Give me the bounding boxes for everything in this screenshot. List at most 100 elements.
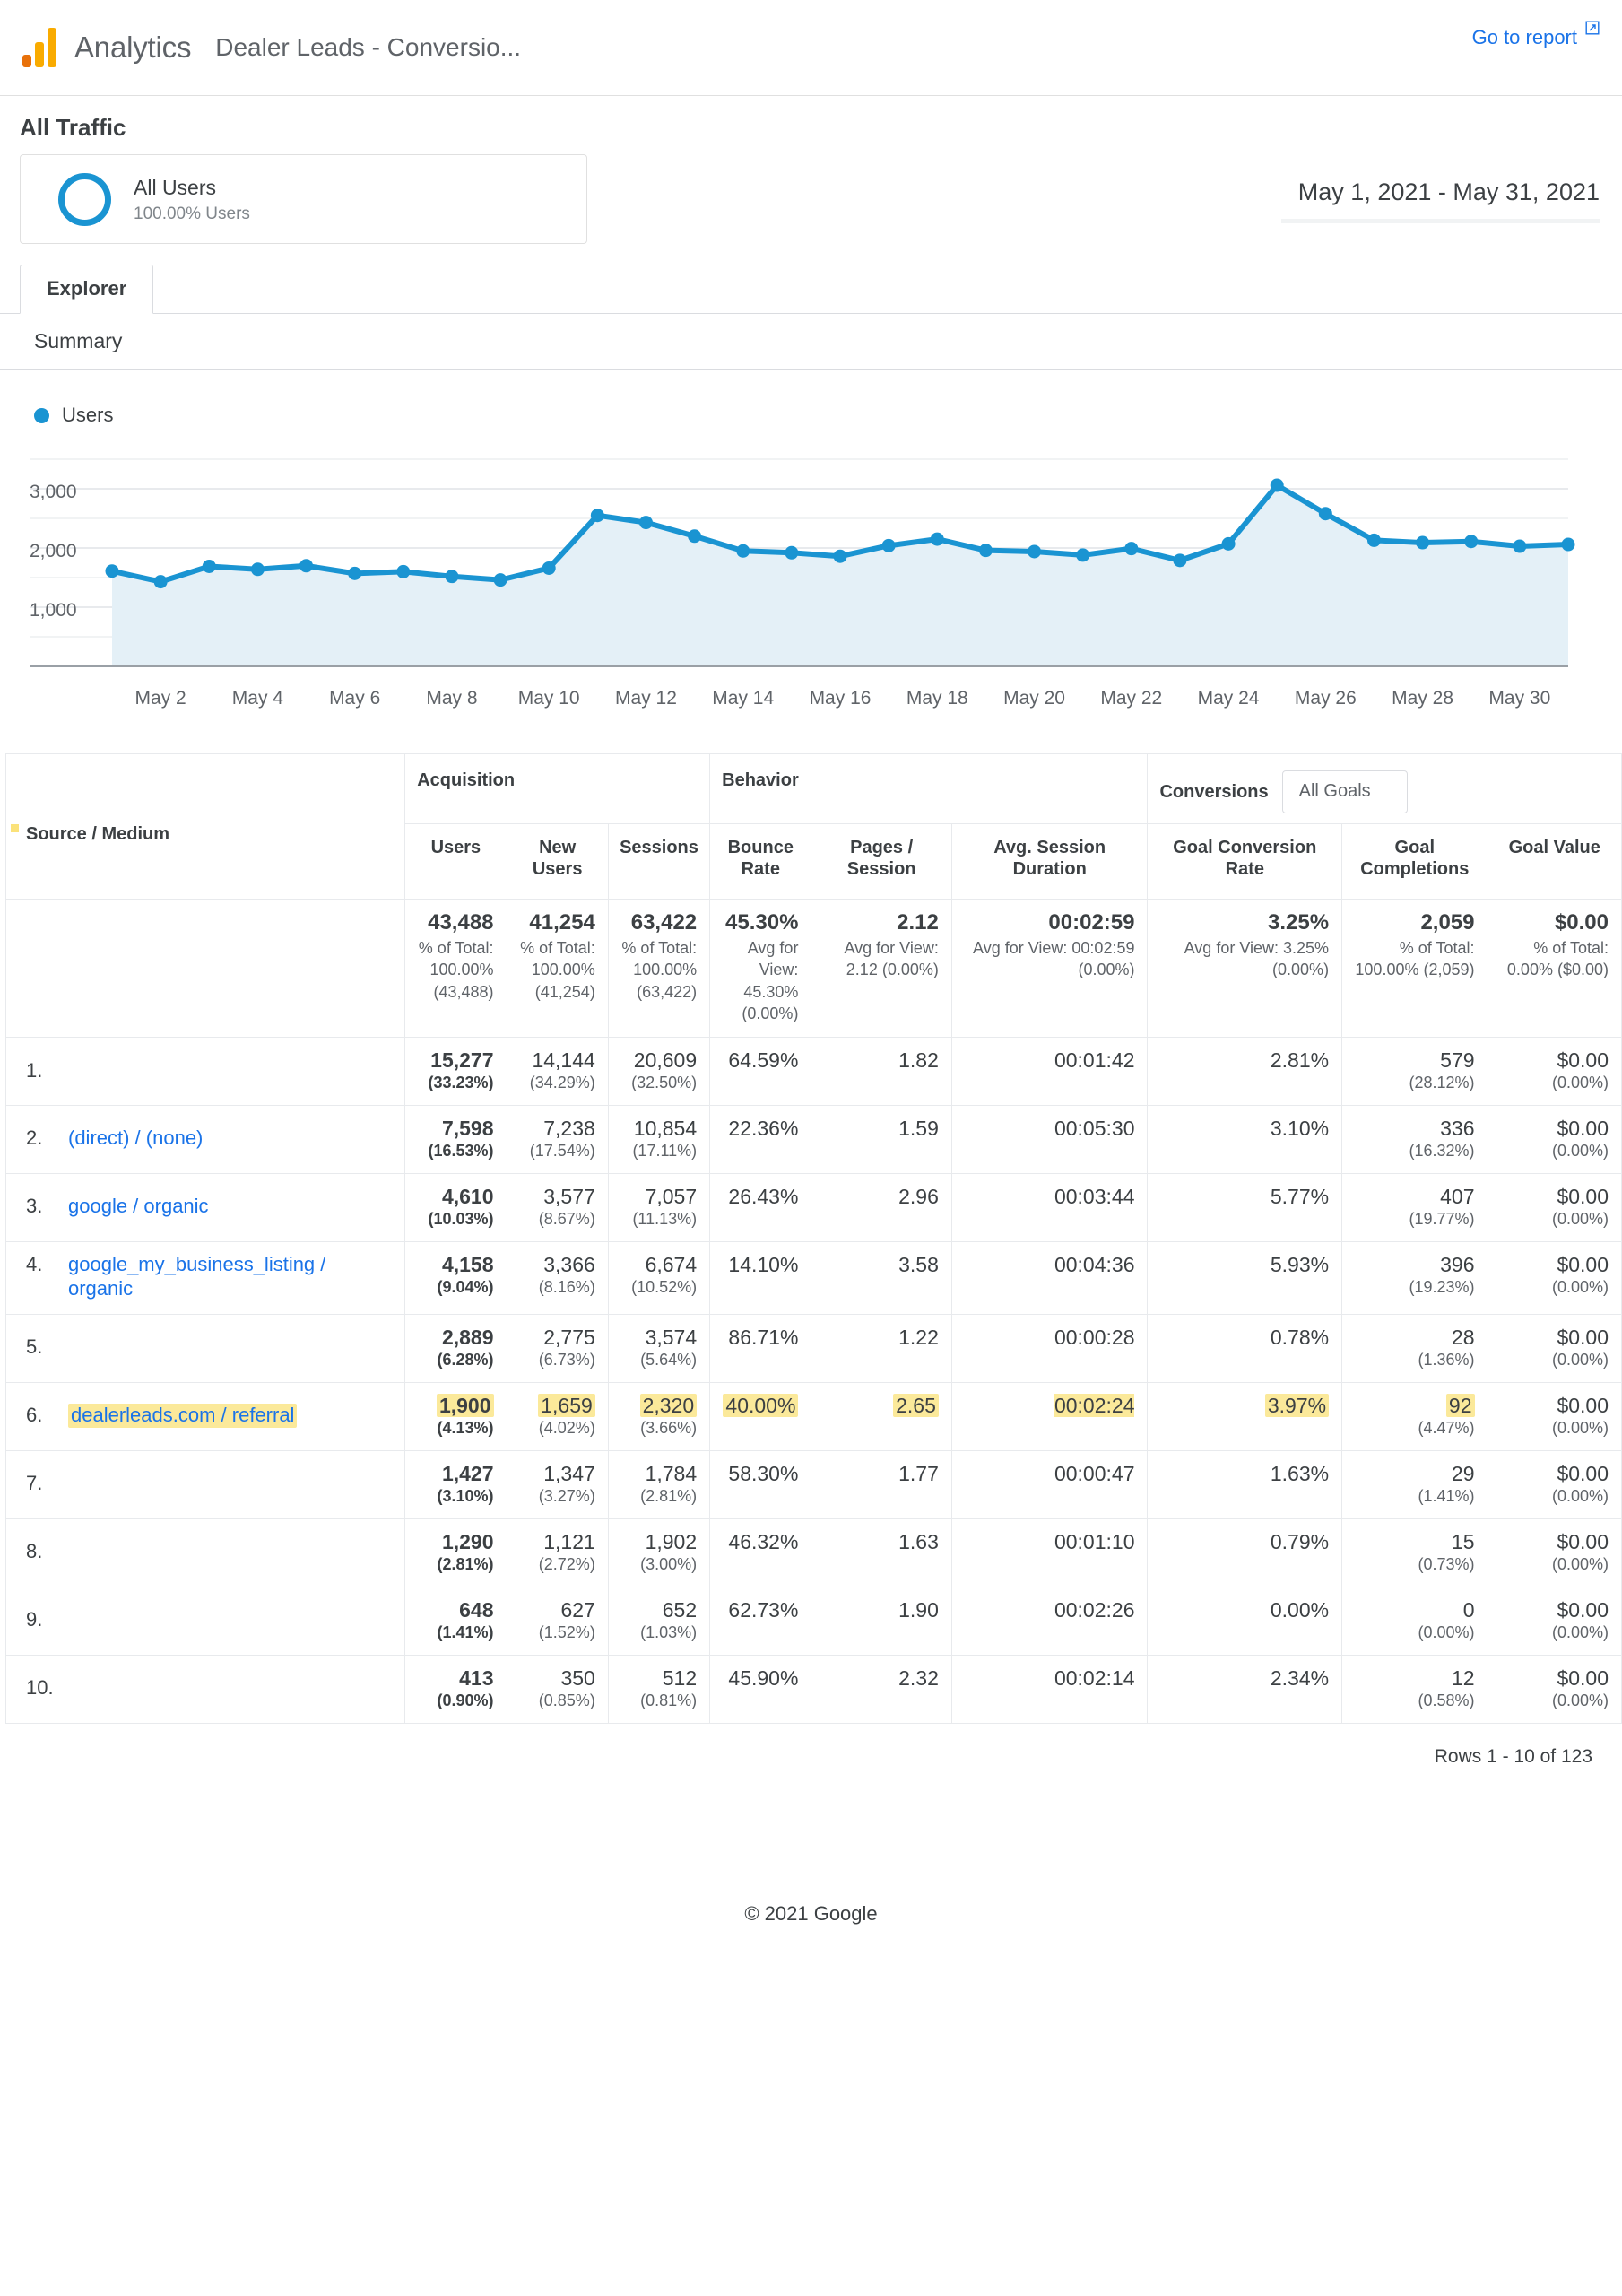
row-dimension-cell: 1.	[4, 1037, 406, 1107]
totals-sessions-sub: % of Total: 100.00% (63,422)	[621, 939, 698, 1001]
traffic-sources-table: Source / Medium Acquisition Behavior Con…	[4, 753, 1622, 1724]
col-goal-conversion-rate[interactable]: Goal Conversion Rate	[1147, 823, 1343, 900]
totals-dimension-cell	[4, 898, 406, 1039]
col-goal-value[interactable]: Goal Value	[1487, 823, 1622, 900]
table-group-header-row: Source / Medium Acquisition Behavior Con…	[4, 753, 1622, 900]
table-row: 6. dealerleads.com / referral 1,900 (4.1…	[4, 1381, 1622, 1451]
cell-new-users: 14,144 (34.29%)	[506, 1037, 609, 1107]
chart-plot-area: 1,000 2,000 3,000 May 2 May 4 May 6 May 8 May 1…	[0, 447, 1622, 734]
svg-text:1,000: 1,000	[30, 600, 77, 621]
cell-users: 1,427 (3.10%)	[404, 1449, 507, 1519]
chart-legend[interactable]: Users	[34, 404, 113, 427]
cell-goal-completions: 336 (16.32%)	[1341, 1105, 1488, 1175]
svg-text:May 28: May 28	[1392, 688, 1453, 709]
segment-and-date-row: All Users 100.00% Users May 1, 2021 - Ma…	[0, 154, 1622, 260]
cell-pages-session: 2.32	[811, 1654, 952, 1724]
table-row: 2. (direct) / (none) 7,598 (16.53%) 7,23…	[4, 1105, 1622, 1175]
row-index: 4.	[26, 1253, 43, 1276]
cell-pages-session: 1.59	[811, 1105, 952, 1175]
totals-new-users-value: 41,254	[529, 910, 595, 935]
chart-svg: 1,000 2,000 3,000 May 2 May 4 May 6 May 8 May 1…	[30, 458, 1575, 709]
col-bounce-rate[interactable]: Bounce Rate	[709, 823, 812, 900]
source-medium-link[interactable]: (direct) / (none)	[68, 1126, 203, 1151]
cell-avg-session-duration: 00:03:44	[950, 1173, 1149, 1243]
row-dimension-cell: 7.	[4, 1449, 406, 1519]
column-group-conversions-label: Conversions	[1159, 781, 1269, 802]
table-row: 3. google / organic 4,610 (10.03%) 3,577…	[4, 1173, 1622, 1243]
svg-text:May 26: May 26	[1295, 688, 1357, 709]
goal-selector-dropdown[interactable]: All Goals	[1281, 770, 1408, 813]
cell-bounce-rate: 26.43%	[709, 1173, 812, 1243]
row-dimension-cell: 4. google_my_business_listing / organic	[4, 1241, 406, 1315]
google-analytics-logo-icon	[22, 28, 58, 67]
totals-bounce-rate-sub: Avg for View: 45.30% (0.00%)	[742, 939, 799, 1022]
col-pages-session[interactable]: Pages / Session	[811, 823, 952, 900]
cell-new-users: 350 (0.85%)	[506, 1654, 609, 1724]
col-avg-session-duration[interactable]: Avg. Session Duration	[950, 823, 1149, 900]
col-new-users[interactable]: New Users	[506, 823, 609, 900]
cell-goal-conversion-rate: 3.10%	[1147, 1105, 1343, 1175]
totals-goal-completions: 2,059 % of Total: 100.00% (2,059)	[1341, 898, 1488, 1039]
row-index: 1.	[26, 1058, 43, 1082]
cell-sessions: 512 (0.81%)	[607, 1654, 711, 1724]
cell-new-users: 627 (1.52%)	[506, 1586, 609, 1656]
totals-bounce-rate-value: 45.30%	[725, 910, 799, 935]
segment-card-all-users[interactable]: All Users 100.00% Users	[20, 154, 587, 244]
cell-sessions: 1,902 (3.00%)	[607, 1518, 711, 1587]
cell-new-users: 3,577 (8.67%)	[506, 1173, 609, 1243]
svg-text:May 8: May 8	[426, 688, 477, 709]
cell-bounce-rate: 58.30%	[709, 1449, 812, 1519]
app-top-bar: Analytics Dealer Leads - Conversio... Go…	[0, 0, 1622, 96]
cell-pages-session: 1.82	[811, 1037, 952, 1107]
go-to-report-label: Go to report	[1471, 26, 1577, 48]
totals-users-value: 43,488	[428, 910, 494, 935]
cell-bounce-rate: 64.59%	[709, 1037, 812, 1107]
row-index: 8.	[26, 1540, 43, 1563]
table-row: 1. 15,277 (33.23%) 14,144 (34.29%) 20,60…	[4, 1037, 1622, 1107]
sub-tab-summary[interactable]: Summary	[34, 329, 122, 353]
row-dimension-cell: 8.	[4, 1518, 406, 1587]
cell-goal-value: $0.00 (0.00%)	[1487, 1037, 1622, 1107]
table-row: 5. 2,889 (6.28%) 2,775 (6.73%) 3,574 (5.…	[4, 1313, 1622, 1383]
row-index: 3.	[26, 1195, 43, 1218]
col-users[interactable]: Users	[404, 823, 507, 900]
source-medium-link[interactable]: dealerleads.com / referral	[68, 1403, 298, 1428]
cell-goal-conversion-rate: 2.81%	[1147, 1037, 1343, 1107]
cell-sessions: 20,609 (32.50%)	[607, 1037, 711, 1107]
cell-new-users: 7,238 (17.54%)	[506, 1105, 609, 1175]
cell-sessions: 6,674 (10.52%)	[607, 1241, 711, 1315]
cell-goal-conversion-rate: 2.34%	[1147, 1654, 1343, 1724]
row-dimension-cell: 9.	[4, 1586, 406, 1656]
external-link-icon	[1585, 21, 1600, 35]
column-group-source-medium[interactable]: Source / Medium	[4, 753, 406, 900]
row-index: 10.	[26, 1676, 54, 1700]
cell-sessions: 7,057 (11.13%)	[607, 1173, 711, 1243]
cell-users: 648 (1.41%)	[404, 1586, 507, 1656]
cell-goal-value: $0.00 (0.00%)	[1487, 1518, 1622, 1587]
cell-goal-completions: 396 (19.23%)	[1341, 1241, 1488, 1315]
cell-goal-value: $0.00 (0.00%)	[1487, 1654, 1622, 1724]
cell-pages-session: 2.96	[811, 1173, 952, 1243]
cell-new-users: 2,775 (6.73%)	[506, 1313, 609, 1383]
cell-new-users: 1,659 (4.02%)	[506, 1381, 609, 1451]
totals-goal-completions-value: 2,059	[1420, 910, 1475, 935]
cell-users: 1,900 (4.13%)	[404, 1381, 507, 1451]
cell-bounce-rate: 46.32%	[709, 1518, 812, 1587]
cell-avg-session-duration: 00:02:26	[950, 1586, 1149, 1656]
go-to-report-link[interactable]: Go to report	[1471, 21, 1600, 49]
cell-goal-completions: 407 (19.77%)	[1341, 1173, 1488, 1243]
tab-explorer[interactable]: Explorer	[20, 265, 154, 314]
cell-pages-session: 1.90	[811, 1586, 952, 1656]
totals-goal-conv-rate-value: 3.25%	[1268, 910, 1330, 935]
tab-strip: Explorer	[0, 260, 1622, 314]
date-range-selector[interactable]: May 1, 2021 - May 31, 2021	[1298, 178, 1600, 206]
col-goal-completions[interactable]: Goal Completions	[1341, 823, 1488, 900]
table-head: Source / Medium Acquisition Behavior Con…	[4, 753, 1622, 900]
col-sessions[interactable]: Sessions	[607, 823, 711, 900]
source-medium-link[interactable]: google_my_business_listing / organic	[68, 1253, 392, 1301]
cell-new-users: 1,347 (3.27%)	[506, 1449, 609, 1519]
cell-goal-conversion-rate: 5.77%	[1147, 1173, 1343, 1243]
source-medium-link[interactable]: google / organic	[68, 1195, 209, 1219]
cell-goal-value: $0.00 (0.00%)	[1487, 1173, 1622, 1243]
cell-goal-conversion-rate: 1.63%	[1147, 1449, 1343, 1519]
